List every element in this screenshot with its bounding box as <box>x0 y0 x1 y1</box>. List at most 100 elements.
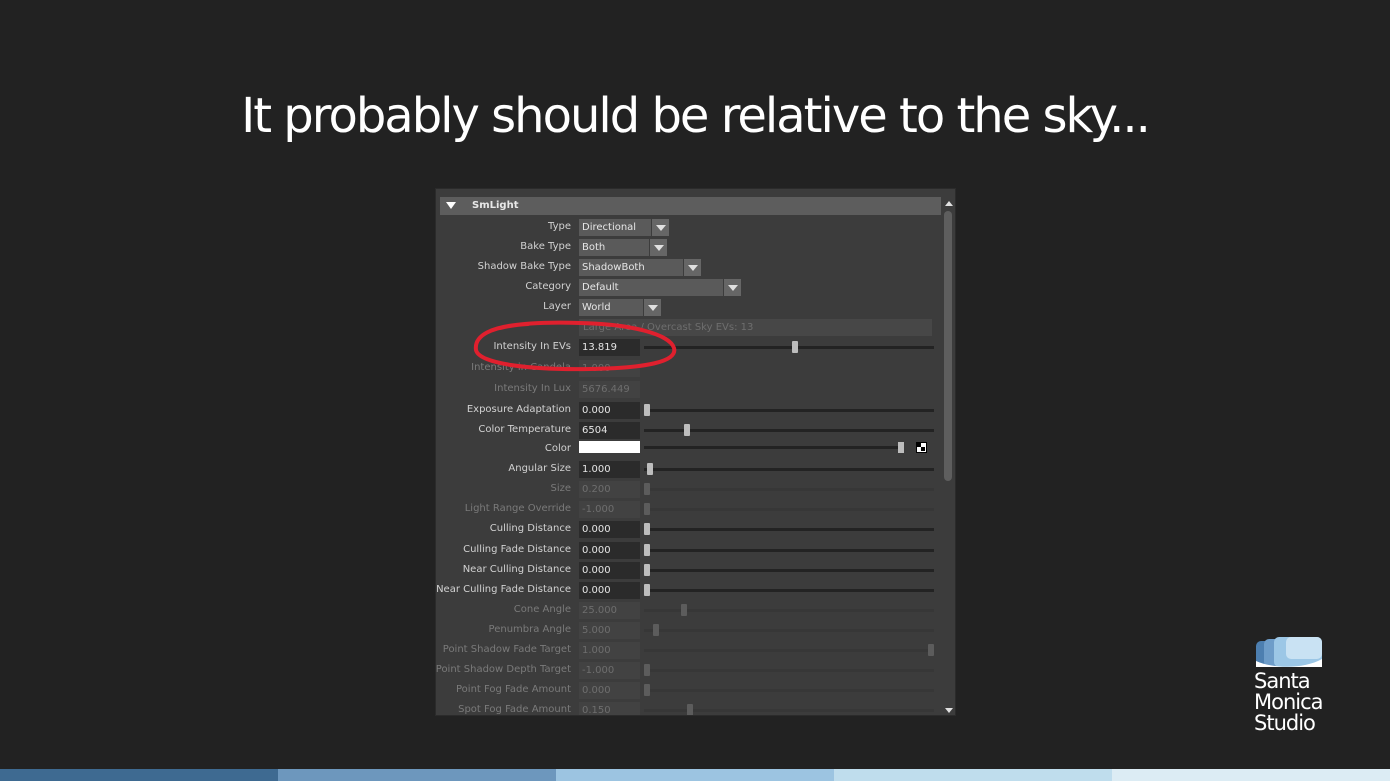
culling-fade-distance-slider[interactable] <box>644 544 934 556</box>
culling-distance-row: Culling Distance 0.000 <box>436 521 941 539</box>
light-range-override-slider <box>644 503 934 515</box>
stripe-segment <box>0 769 278 781</box>
culling-fade-distance-field[interactable]: 0.000 <box>579 542 640 559</box>
color-temperature-label: Color Temperature <box>478 424 571 435</box>
near-culling-fade-distance-label: Near Culling Fade Distance <box>436 584 571 595</box>
spot-fog-fade-amount-slider <box>644 704 934 715</box>
slider-handle[interactable] <box>644 523 650 535</box>
intensity-in-evs-row: Intensity In EVs 13.819 <box>436 339 941 357</box>
chevron-down-icon[interactable] <box>651 219 669 236</box>
category-value: Default <box>582 282 619 293</box>
penumbra-angle-field: 5.000 <box>579 622 640 639</box>
slider-handle <box>644 664 650 676</box>
attribute-editor-panel: SmLight Type Directional Bake Type Both … <box>435 188 956 716</box>
culling-distance-slider[interactable] <box>644 523 934 535</box>
slider-handle <box>681 604 687 616</box>
bake-type-row: Bake Type Both <box>436 239 941 257</box>
type-dropdown[interactable]: Directional <box>579 219 669 236</box>
point-shadow-fade-target-row: Point Shadow Fade Target 1.000 <box>436 642 941 660</box>
near-culling-fade-distance-row: Near Culling Fade Distance 0.000 <box>436 582 941 600</box>
slider-handle[interactable] <box>644 404 650 416</box>
spot-fog-fade-amount-label: Spot Fog Fade Amount <box>458 704 571 715</box>
collapse-triangle-icon[interactable] <box>446 202 456 209</box>
near-culling-distance-row: Near Culling Distance 0.000 <box>436 562 941 580</box>
color-picker-checker-icon[interactable] <box>916 442 927 453</box>
slider-handle[interactable] <box>644 564 650 576</box>
slider-handle[interactable] <box>792 341 798 353</box>
bake-type-dropdown[interactable]: Both <box>579 239 667 256</box>
layer-label: Layer <box>543 301 571 312</box>
layer-row: Layer World <box>436 299 941 317</box>
vertical-scrollbar[interactable] <box>942 199 954 715</box>
color-value-slider[interactable] <box>644 442 904 453</box>
intensity-in-evs-field[interactable]: 13.819 <box>579 339 640 356</box>
color-swatch[interactable] <box>579 441 640 453</box>
culling-distance-label: Culling Distance <box>489 523 571 534</box>
slide-title: It probably should be relative to the sk… <box>241 88 1151 144</box>
point-shadow-fade-target-label: Point Shadow Fade Target <box>442 644 571 655</box>
chevron-down-icon[interactable] <box>723 279 741 296</box>
intensity-in-evs-slider[interactable] <box>644 341 934 353</box>
exposure-adaptation-slider[interactable] <box>644 404 934 416</box>
color-temperature-row: Color Temperature 6504 <box>436 422 941 440</box>
near-culling-distance-slider[interactable] <box>644 564 934 576</box>
color-label: Color <box>544 443 571 454</box>
near-culling-distance-field[interactable]: 0.000 <box>579 562 640 579</box>
santa-monica-studio-logo: Santa Monica Studio <box>1254 637 1354 737</box>
chevron-down-icon[interactable] <box>649 239 667 256</box>
size-slider <box>644 483 934 495</box>
angular-size-field[interactable]: 1.000 <box>579 461 640 478</box>
size-label: Size <box>550 483 571 494</box>
slider-handle[interactable] <box>684 424 690 436</box>
near-culling-fade-distance-field[interactable]: 0.000 <box>579 582 640 599</box>
light-range-override-row: Light Range Override -1.000 <box>436 501 941 519</box>
bake-type-label: Bake Type <box>520 241 571 252</box>
ev-info-text: Large Area / Overcast Sky EVs: 13 <box>583 322 754 333</box>
type-row: Type Directional <box>436 219 941 237</box>
exposure-adaptation-label: Exposure Adaptation <box>466 404 571 415</box>
scroll-down-arrow-icon[interactable] <box>945 708 953 713</box>
category-dropdown[interactable]: Default <box>579 279 741 296</box>
cone-angle-row: Cone Angle 25.000 <box>436 602 941 620</box>
size-field: 0.200 <box>579 481 640 498</box>
chevron-down-icon[interactable] <box>683 259 701 276</box>
slider-handle[interactable] <box>647 463 653 475</box>
slider-handle[interactable] <box>898 442 904 453</box>
logo-line-1: Santa <box>1254 669 1311 693</box>
type-value: Directional <box>582 222 637 233</box>
spot-fog-fade-amount-field: 0.150 <box>579 702 640 715</box>
intensity-in-candela-row: Intensity in Candela 1.000 <box>436 360 941 378</box>
color-temperature-field[interactable]: 6504 <box>579 422 640 439</box>
penumbra-angle-label: Penumbra Angle <box>488 624 571 635</box>
slider-handle[interactable] <box>644 584 650 596</box>
smlight-frame-header[interactable]: SmLight <box>440 197 941 215</box>
shadow-bake-type-label: Shadow Bake Type <box>477 261 571 272</box>
exposure-adaptation-field[interactable]: 0.000 <box>579 402 640 419</box>
point-shadow-depth-target-label: Point Shadow Depth Target <box>435 664 571 675</box>
near-culling-fade-distance-slider[interactable] <box>644 584 934 596</box>
layer-dropdown[interactable]: World <box>579 299 661 316</box>
shadow-bake-type-value: ShadowBoth <box>582 262 645 273</box>
bottom-color-stripe <box>0 769 1390 781</box>
layer-value: World <box>582 302 611 313</box>
color-temperature-slider[interactable] <box>644 424 934 436</box>
point-shadow-depth-target-row: Point Shadow Depth Target -1.000 <box>436 662 941 680</box>
slider-handle <box>644 684 650 696</box>
bake-type-value: Both <box>582 242 606 253</box>
intensity-in-candela-label: Intensity in Candela <box>471 362 571 373</box>
scrollbar-thumb[interactable] <box>944 211 952 481</box>
scroll-up-arrow-icon[interactable] <box>945 201 953 206</box>
stripe-segment <box>556 769 834 781</box>
shadow-bake-type-dropdown[interactable]: ShadowBoth <box>579 259 701 276</box>
culling-fade-distance-label: Culling Fade Distance <box>463 544 571 555</box>
stripe-segment <box>278 769 556 781</box>
intensity-in-lux-label: Intensity In Lux <box>494 383 571 394</box>
logo-line-2: Monica <box>1254 690 1324 714</box>
cone-angle-label: Cone Angle <box>513 604 571 615</box>
culling-fade-distance-row: Culling Fade Distance 0.000 <box>436 542 941 560</box>
culling-distance-field[interactable]: 0.000 <box>579 521 640 538</box>
angular-size-slider[interactable] <box>644 463 934 475</box>
slider-handle[interactable] <box>644 544 650 556</box>
chevron-down-icon[interactable] <box>643 299 661 316</box>
logo-line-3: Studio <box>1254 711 1316 735</box>
